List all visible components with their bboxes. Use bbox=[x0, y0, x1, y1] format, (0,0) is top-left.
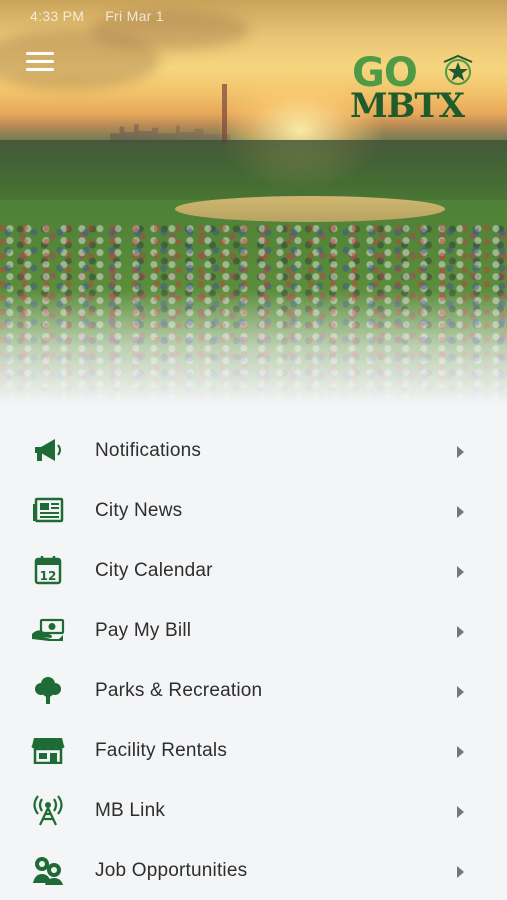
people-icon bbox=[31, 855, 65, 885]
menu-item-label: City Calendar bbox=[95, 560, 213, 581]
menu-item-label: Pay My Bill bbox=[95, 620, 192, 641]
main-menu: Notifications City News 12 City Calendar… bbox=[0, 420, 507, 900]
menu-item-notifications[interactable]: Notifications bbox=[0, 420, 507, 480]
menu-item-mb-link[interactable]: MB Link bbox=[0, 780, 507, 840]
chevron-right-icon bbox=[457, 566, 464, 578]
status-time: 4:33 PM bbox=[30, 8, 85, 24]
pond bbox=[175, 196, 445, 222]
tree-icon bbox=[31, 675, 65, 705]
menu-item-pay-my-bill[interactable]: Pay My Bill bbox=[0, 600, 507, 660]
treeline bbox=[0, 140, 507, 200]
menu-item-label: Parks & Recreation bbox=[95, 680, 263, 701]
city-skyline bbox=[110, 124, 230, 142]
chevron-right-icon bbox=[457, 806, 464, 818]
chevron-right-icon bbox=[457, 746, 464, 758]
menu-item-label: Job Opportunities bbox=[95, 860, 248, 881]
calendar-icon: 12 bbox=[31, 555, 65, 585]
menu-item-job-opportunities[interactable]: Job Opportunities bbox=[0, 840, 507, 900]
go-mbtx-logo: GO MBTX bbox=[350, 50, 480, 128]
money-hand-icon bbox=[31, 615, 65, 645]
chevron-right-icon bbox=[457, 506, 464, 518]
menu-item-city-calendar[interactable]: 12 City Calendar bbox=[0, 540, 507, 600]
chevron-right-icon bbox=[457, 446, 464, 458]
menu-item-label: MB Link bbox=[95, 800, 166, 821]
star-icon bbox=[443, 54, 473, 85]
menu-item-label: Facility Rentals bbox=[95, 740, 228, 761]
menu-item-city-news[interactable]: City News bbox=[0, 480, 507, 540]
status-bar: 4:33 PM Fri Mar 1 bbox=[30, 8, 164, 24]
menu-item-parks-recreation[interactable]: Parks & Recreation bbox=[0, 660, 507, 720]
status-date: Fri Mar 1 bbox=[105, 8, 164, 24]
logo-text-mbtx: MBTX bbox=[350, 86, 465, 126]
menu-item-label: City News bbox=[95, 500, 183, 521]
newspaper-icon bbox=[31, 495, 65, 525]
megaphone-icon bbox=[31, 435, 65, 465]
broadcast-tower-icon bbox=[31, 795, 65, 826]
menu-item-facility-rentals[interactable]: Facility Rentals bbox=[0, 720, 507, 780]
svg-text:12: 12 bbox=[40, 569, 57, 583]
radio-tower bbox=[222, 84, 227, 144]
hero-fade bbox=[0, 290, 507, 405]
chevron-right-icon bbox=[457, 866, 464, 878]
storefront-icon bbox=[31, 735, 65, 765]
chevron-right-icon bbox=[457, 686, 464, 698]
chevron-right-icon bbox=[457, 626, 464, 638]
hamburger-menu-icon[interactable] bbox=[26, 52, 54, 74]
menu-item-label: Notifications bbox=[95, 440, 202, 461]
